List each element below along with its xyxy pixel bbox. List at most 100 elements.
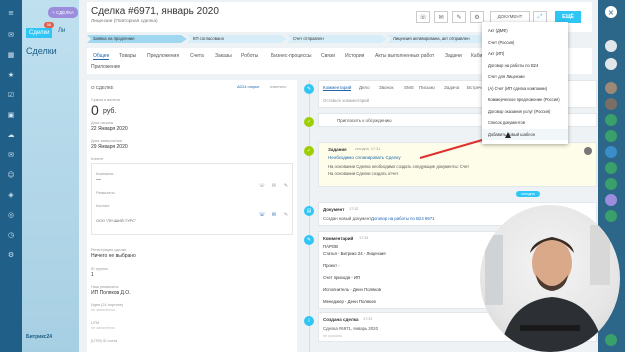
stage-4[interactable]: Лицензия активирована, акт отправлен bbox=[387, 35, 487, 43]
task-link[interactable]: Необходимо спланировать Сделку bbox=[328, 155, 401, 160]
stage-3[interactable]: Счет отправлен bbox=[287, 35, 387, 43]
search-icon[interactable] bbox=[605, 58, 617, 70]
menu-icon[interactable]: ≡ bbox=[5, 8, 17, 17]
com-title: Комментарий bbox=[323, 236, 354, 241]
section-title: О СДЕЛКЕ bbox=[91, 85, 114, 90]
tab-history[interactable]: История bbox=[345, 53, 364, 59]
deal-category[interactable]: Лицензии (Повторная сделка) bbox=[91, 19, 158, 24]
avatar[interactable] bbox=[605, 146, 617, 158]
time-icon[interactable]: ◷ bbox=[5, 230, 17, 239]
com-line-3: Проект - bbox=[323, 263, 340, 268]
discuss-icon: ✓ bbox=[304, 117, 314, 127]
mail-icon[interactable]: ✉ bbox=[434, 11, 448, 23]
tl-tab-call[interactable]: Звонок bbox=[379, 85, 394, 90]
crm-icon[interactable]: ◎ bbox=[5, 210, 17, 219]
menu-item-act-ip[interactable]: Акт (ИП) bbox=[482, 48, 568, 60]
tab-general[interactable]: Общее bbox=[93, 53, 110, 60]
created-sub: не указано bbox=[323, 334, 343, 338]
avatar[interactable] bbox=[605, 82, 617, 94]
calendar-icon[interactable]: ▣ bbox=[5, 110, 17, 119]
currency: руб. bbox=[103, 108, 117, 115]
task-icon: ✓ bbox=[304, 146, 314, 156]
tab-proposals[interactable]: Предложения bbox=[147, 53, 179, 59]
tab-robots[interactable]: Роботы bbox=[241, 53, 258, 59]
menu-item-invoice-ip-company[interactable]: (А) Счет (ИП сделка компании) bbox=[482, 83, 568, 95]
tab-acts[interactable]: Акты выполненных работ bbox=[375, 53, 434, 59]
close-icon[interactable]: × bbox=[605, 6, 617, 18]
mail-icon[interactable]: ✉ bbox=[5, 150, 17, 159]
menu-item-add-template[interactable]: Добавить новый шаблон bbox=[482, 128, 568, 140]
tab-links[interactable]: Связи bbox=[321, 53, 335, 59]
tab-invoices[interactable]: Счета bbox=[190, 53, 204, 59]
add-chat-icon[interactable] bbox=[605, 334, 617, 346]
phone-icon[interactable]: ☏ bbox=[258, 211, 266, 219]
menu-item-invoice-license[interactable]: Счет для Лицензии bbox=[482, 71, 568, 83]
avatar[interactable] bbox=[605, 130, 617, 142]
stage-2[interactable]: КП согласовано bbox=[187, 35, 287, 43]
doc-link[interactable]: Договор на работы по B24 6971 bbox=[371, 216, 434, 221]
comment-input[interactable]: Оставьте комментарий bbox=[323, 98, 369, 103]
doc-title: Документ bbox=[323, 207, 345, 212]
avatar[interactable] bbox=[605, 194, 617, 206]
stage-1[interactable]: Заявка на продление bbox=[87, 35, 187, 43]
com-line-1: ПАРОВ bbox=[323, 244, 338, 249]
comment-icon: ✎ bbox=[304, 235, 314, 245]
contact-value[interactable]: ООО "ЛУЧШИЙ-ТУРС" bbox=[96, 219, 136, 223]
group-value: 1 bbox=[91, 272, 94, 278]
tl-tab-task[interactable]: Задача bbox=[444, 85, 459, 90]
grid-icon[interactable]: ▦ bbox=[5, 50, 17, 59]
tab-orders[interactable]: Заказы bbox=[215, 53, 232, 59]
drive-icon[interactable]: ☁ bbox=[5, 130, 17, 139]
avatar[interactable] bbox=[605, 40, 617, 52]
menu-item-services-contract[interactable]: Договор оказания услуг (Россия) bbox=[482, 106, 568, 118]
tab-products[interactable]: Товары bbox=[119, 53, 136, 59]
chat-icon[interactable]: ✎ bbox=[452, 11, 466, 23]
deal-info-panel: О СДЕЛКЕ AD24 открыт изменить Сумма и ва… bbox=[87, 80, 297, 352]
tab-application[interactable]: Приложение bbox=[91, 64, 120, 70]
tl-tab-email[interactable]: Письмо bbox=[419, 85, 435, 90]
list-tab[interactable]: Сделки bbox=[26, 28, 53, 38]
close-label: Дата завершения bbox=[91, 139, 122, 143]
tasks-icon[interactable]: ☑ bbox=[5, 90, 17, 99]
contacts-icon[interactable]: ☺ bbox=[5, 170, 17, 179]
utm-label: UTM bbox=[91, 321, 100, 325]
avatar[interactable] bbox=[605, 114, 617, 126]
avatar[interactable] bbox=[605, 162, 617, 174]
chat-icon[interactable]: ✎ bbox=[282, 211, 290, 219]
tl-tab-sms[interactable]: SMS bbox=[404, 85, 414, 90]
sites-icon[interactable]: ◈ bbox=[5, 190, 17, 199]
mail-icon[interactable]: ✉ bbox=[270, 211, 278, 219]
tl-tab-comment[interactable]: Комментарий bbox=[323, 85, 352, 91]
close-value: 29 Января 2020 bbox=[91, 144, 128, 150]
deals-list-background: Сделки Сделки Ли Битрикс24 bbox=[22, 0, 86, 352]
source-value: Ничего не выбрано bbox=[91, 253, 136, 259]
chat-icon[interactable]: ✉ bbox=[5, 30, 17, 39]
phone-icon[interactable]: ☏ bbox=[258, 182, 266, 190]
task-title: Задание bbox=[328, 147, 347, 152]
avatar[interactable] bbox=[605, 178, 617, 190]
list-subtitle[interactable]: Ли bbox=[58, 28, 65, 34]
avatar[interactable] bbox=[605, 210, 617, 222]
tl-tab-activity[interactable]: Дело bbox=[359, 85, 370, 90]
avatar[interactable] bbox=[605, 98, 617, 110]
doc-text: Создан новый документ bbox=[323, 216, 372, 221]
menu-item-act-dmf[interactable]: Акт (ДМФ) bbox=[482, 25, 568, 37]
open-link[interactable]: AD24 открыт bbox=[237, 85, 260, 89]
discuss-text[interactable]: Пригласить к обсуждению bbox=[337, 118, 392, 123]
menu-item-documents-list[interactable]: Список документов bbox=[482, 117, 568, 129]
phone-icon[interactable]: ☏ bbox=[416, 11, 430, 23]
created-text: Сделка #6971, январь 2020 bbox=[323, 326, 378, 331]
menu-item-invoice-russia[interactable]: Счет (Россия) bbox=[482, 37, 568, 49]
info-icon: i bbox=[304, 316, 314, 326]
menu-item-commercial-offer[interactable]: Коммерческое предложение (Россия) bbox=[482, 94, 568, 106]
menu-item-contract-b24[interactable]: Договор на работы по B24 bbox=[482, 60, 568, 72]
star-icon[interactable]: ★ bbox=[5, 70, 17, 79]
new-deal-button[interactable]: + СДЕЛКА bbox=[48, 7, 78, 18]
tab-bizproc[interactable]: Бизнес-процессы bbox=[271, 53, 312, 59]
settings-icon[interactable]: ⚙ bbox=[5, 250, 17, 259]
chat-icon[interactable]: ✎ bbox=[282, 182, 290, 190]
edit-link[interactable]: изменить bbox=[270, 85, 287, 89]
tab-tasks[interactable]: Задачи bbox=[445, 53, 462, 59]
mail-icon[interactable]: ✉ bbox=[270, 182, 278, 190]
document-templates-menu: Акт (ДМФ) Счет (Россия) Акт (ИП) Договор… bbox=[482, 22, 568, 144]
